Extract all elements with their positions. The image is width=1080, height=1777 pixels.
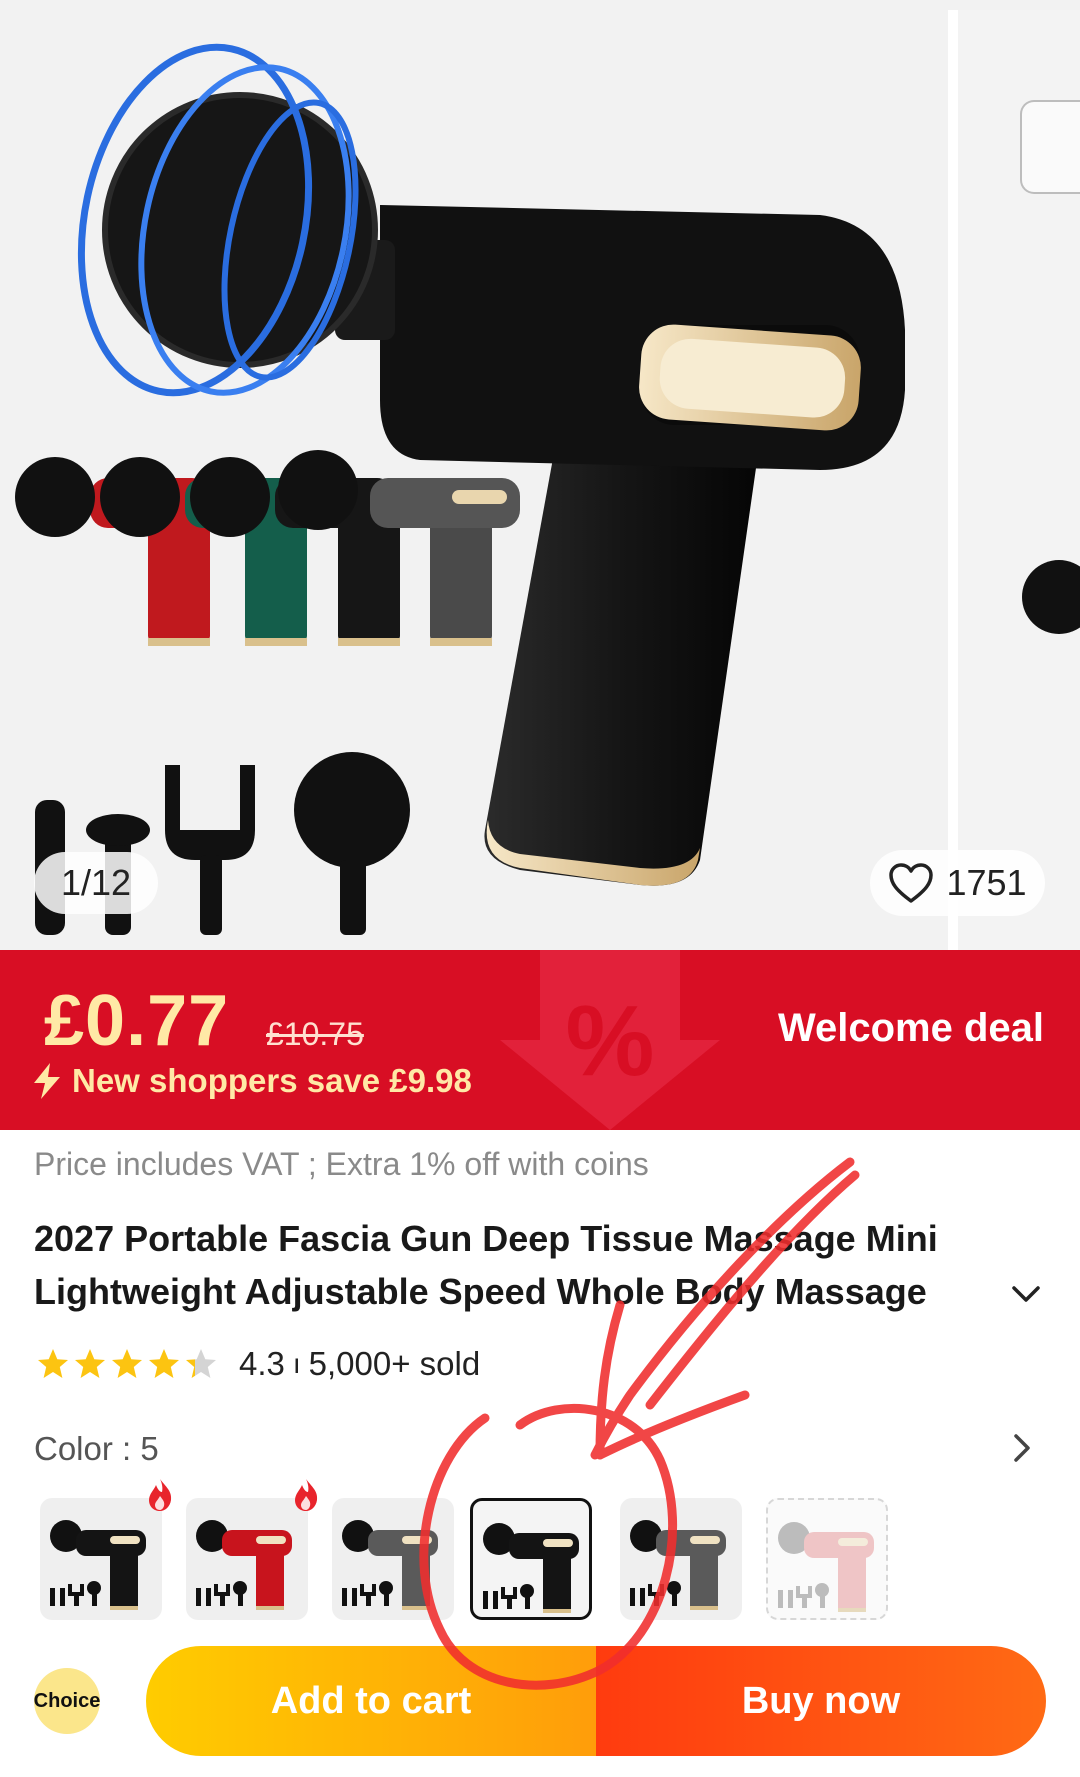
svg-text:%: % — [566, 985, 655, 1097]
original-price: £10.75 — [266, 1016, 364, 1052]
buy-now-button[interactable]: Buy now — [596, 1646, 1046, 1756]
next-image-edge — [1020, 100, 1080, 194]
product-main-image — [15, 43, 905, 935]
sold-count: 5,000+ sold — [308, 1345, 481, 1382]
deal-label: Welcome deal — [777, 1006, 1044, 1050]
color-swatch-red[interactable] — [186, 1479, 318, 1620]
star-icon — [149, 1349, 179, 1378]
color-swatch-grey[interactable] — [620, 1498, 742, 1620]
color-swatch-black[interactable] — [40, 1479, 172, 1620]
wishlist-button[interactable]: 1751 — [870, 850, 1045, 916]
rating-value: 4.3 — [239, 1345, 285, 1382]
color-swatch-pink[interactable] — [766, 1498, 888, 1620]
star-icon — [75, 1349, 105, 1378]
next-image-ball — [1022, 560, 1080, 634]
chevron-down-icon[interactable] — [1008, 1282, 1044, 1306]
product-image-gallery[interactable]: 1/12 1751 — [0, 0, 1080, 950]
rating-stars — [36, 1347, 221, 1381]
color-label: Color : 5 — [34, 1430, 159, 1467]
fire-icon — [295, 1479, 318, 1511]
product-title: 2027 Portable Fascia Gun Deep Tissue Mas… — [34, 1218, 938, 1312]
percent-arrow-watermark: % — [500, 950, 720, 1130]
rating-separator: ı — [292, 1348, 301, 1379]
lightning-icon — [34, 1063, 60, 1099]
chevron-right-icon[interactable] — [1010, 1428, 1036, 1468]
fire-icon — [149, 1479, 172, 1511]
vat-note: Price includes VAT ; Extra 1% off with c… — [34, 1146, 649, 1182]
rating-row[interactable]: 4.3 ı 5,000+ sold — [36, 1342, 480, 1386]
sale-price: £0.77 — [44, 981, 230, 1061]
savings-row: New shoppers save £9.98 — [32, 1062, 472, 1100]
image-counter: 1/12 — [34, 852, 158, 914]
star-icon — [38, 1349, 68, 1378]
heart-icon — [889, 863, 934, 903]
star-icon — [112, 1349, 142, 1378]
add-to-cart-button[interactable]: Add to cart — [146, 1646, 596, 1756]
color-swatch-black[interactable] — [470, 1498, 592, 1620]
welcome-deal-banner[interactable]: % £0.77 £10.75 New shoppers save £9.98 W… — [0, 950, 1080, 1130]
star-icon — [186, 1349, 216, 1378]
next-image-peek[interactable] — [948, 10, 1080, 950]
choice-badge[interactable]: Choice — [34, 1668, 100, 1734]
savings-text: New shoppers save £9.98 — [72, 1062, 472, 1099]
color-swatch-grey[interactable] — [332, 1498, 454, 1620]
likes-count: 1751 — [946, 862, 1027, 903]
